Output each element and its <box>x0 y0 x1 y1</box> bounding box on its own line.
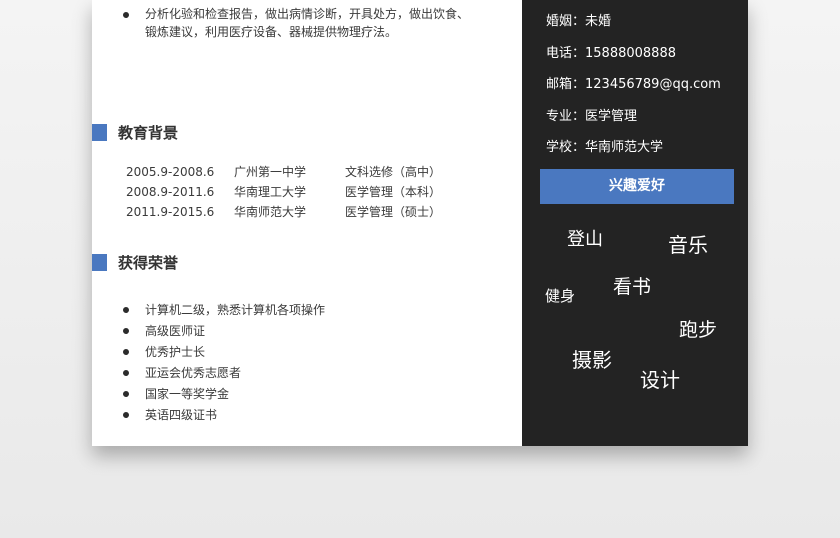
marital-status: 婚姻：未婚 <box>546 14 612 29</box>
school-field: 学校：华南师范大学 <box>546 140 664 155</box>
education-table: 2005.9-2008.6 广州第一中学 文科选修（高中） 2008.9-201… <box>126 162 441 222</box>
table-row: 2011.9-2015.6 华南师范大学 医学管理（硕士） <box>126 202 441 222</box>
bullet-icon <box>123 307 129 313</box>
list-item-text: 高级医师证 <box>145 324 206 338</box>
work-duties-list: 分析化验和检查报告，做出病情诊断，开具处方，做出饮食、锻炼建议，利用医疗设备、器… <box>118 6 478 41</box>
table-row: 2008.9-2011.6 华南理工大学 医学管理（本科） <box>126 182 441 202</box>
hobby-word: 音乐 <box>668 233 708 257</box>
hobby-word: 跑步 <box>679 319 718 341</box>
edu-school: 华南师范大学 <box>234 205 307 219</box>
edu-period: 2011.9-2015.6 <box>126 205 215 219</box>
list-item: 分析化验和检查报告，做出病情诊断，开具处方，做出饮食、锻炼建议，利用医疗设备、器… <box>118 6 478 41</box>
edu-school: 华南理工大学 <box>234 185 307 199</box>
education-section-header: 教育背景 <box>92 124 179 142</box>
section-title: 教育背景 <box>118 124 179 142</box>
section-title: 获得荣誉 <box>118 254 179 272</box>
edu-major: 医学管理（本科） <box>345 185 442 199</box>
edu-school: 广州第一中学 <box>234 165 307 179</box>
list-item-text: 优秀护士长 <box>145 345 206 359</box>
list-item: 亚运会优秀志愿者 <box>118 363 325 384</box>
major-field: 专业：医学管理 <box>546 109 638 124</box>
list-item-text: 计算机二级，熟悉计算机各项操作 <box>145 303 326 317</box>
honors-section-header: 获得荣誉 <box>92 254 179 272</box>
resume-page: 分析化验和检查报告，做出病情诊断，开具处方，做出饮食、锻炼建议，利用医疗设备、器… <box>92 0 748 446</box>
hobby-word: 设计 <box>640 368 680 392</box>
phone-number: 电话：15888008888 <box>546 46 676 61</box>
list-item: 高级医师证 <box>118 321 325 342</box>
sidebar: 婚姻：未婚 电话：15888008888 邮箱：123456789@qq.com… <box>522 0 748 446</box>
section-marker-icon <box>92 124 107 141</box>
hobby-word: 摄影 <box>572 348 612 372</box>
email-address: 邮箱：123456789@qq.com <box>546 77 721 92</box>
list-item: 国家一等奖学金 <box>118 384 325 405</box>
edu-period: 2005.9-2008.6 <box>126 165 215 179</box>
bullet-icon <box>123 12 129 18</box>
list-item-text: 英语四级证书 <box>145 408 218 422</box>
bullet-icon <box>123 349 129 355</box>
list-item-text: 国家一等奖学金 <box>145 387 230 401</box>
list-item-text: 分析化验和检查报告，做出病情诊断，开具处方，做出饮食、锻炼建议，利用医疗设备、器… <box>145 7 470 39</box>
hobbies-header: 兴趣爱好 <box>540 169 734 204</box>
hobby-word: 登山 <box>567 229 603 250</box>
list-item-text: 亚运会优秀志愿者 <box>145 366 242 380</box>
list-item: 英语四级证书 <box>118 405 325 426</box>
list-item: 优秀护士长 <box>118 342 325 363</box>
edu-period: 2008.9-2011.6 <box>126 185 215 199</box>
bullet-icon <box>123 370 129 376</box>
main-column: 分析化验和检查报告，做出病情诊断，开具处方，做出饮食、锻炼建议，利用医疗设备、器… <box>92 0 522 446</box>
edu-major: 文科选修（高中） <box>345 165 442 179</box>
bullet-icon <box>123 391 129 397</box>
honors-list: 计算机二级，熟悉计算机各项操作 高级医师证 优秀护士长 亚运会优秀志愿者 国家一… <box>118 300 325 426</box>
bullet-icon <box>123 412 129 418</box>
bullet-icon <box>123 328 129 334</box>
hobby-word: 看书 <box>613 276 652 298</box>
hobby-word: 健身 <box>545 287 576 305</box>
table-row: 2005.9-2008.6 广州第一中学 文科选修（高中） <box>126 162 441 182</box>
section-marker-icon <box>92 254 107 271</box>
edu-major: 医学管理（硕士） <box>345 205 442 219</box>
list-item: 计算机二级，熟悉计算机各项操作 <box>118 300 325 321</box>
